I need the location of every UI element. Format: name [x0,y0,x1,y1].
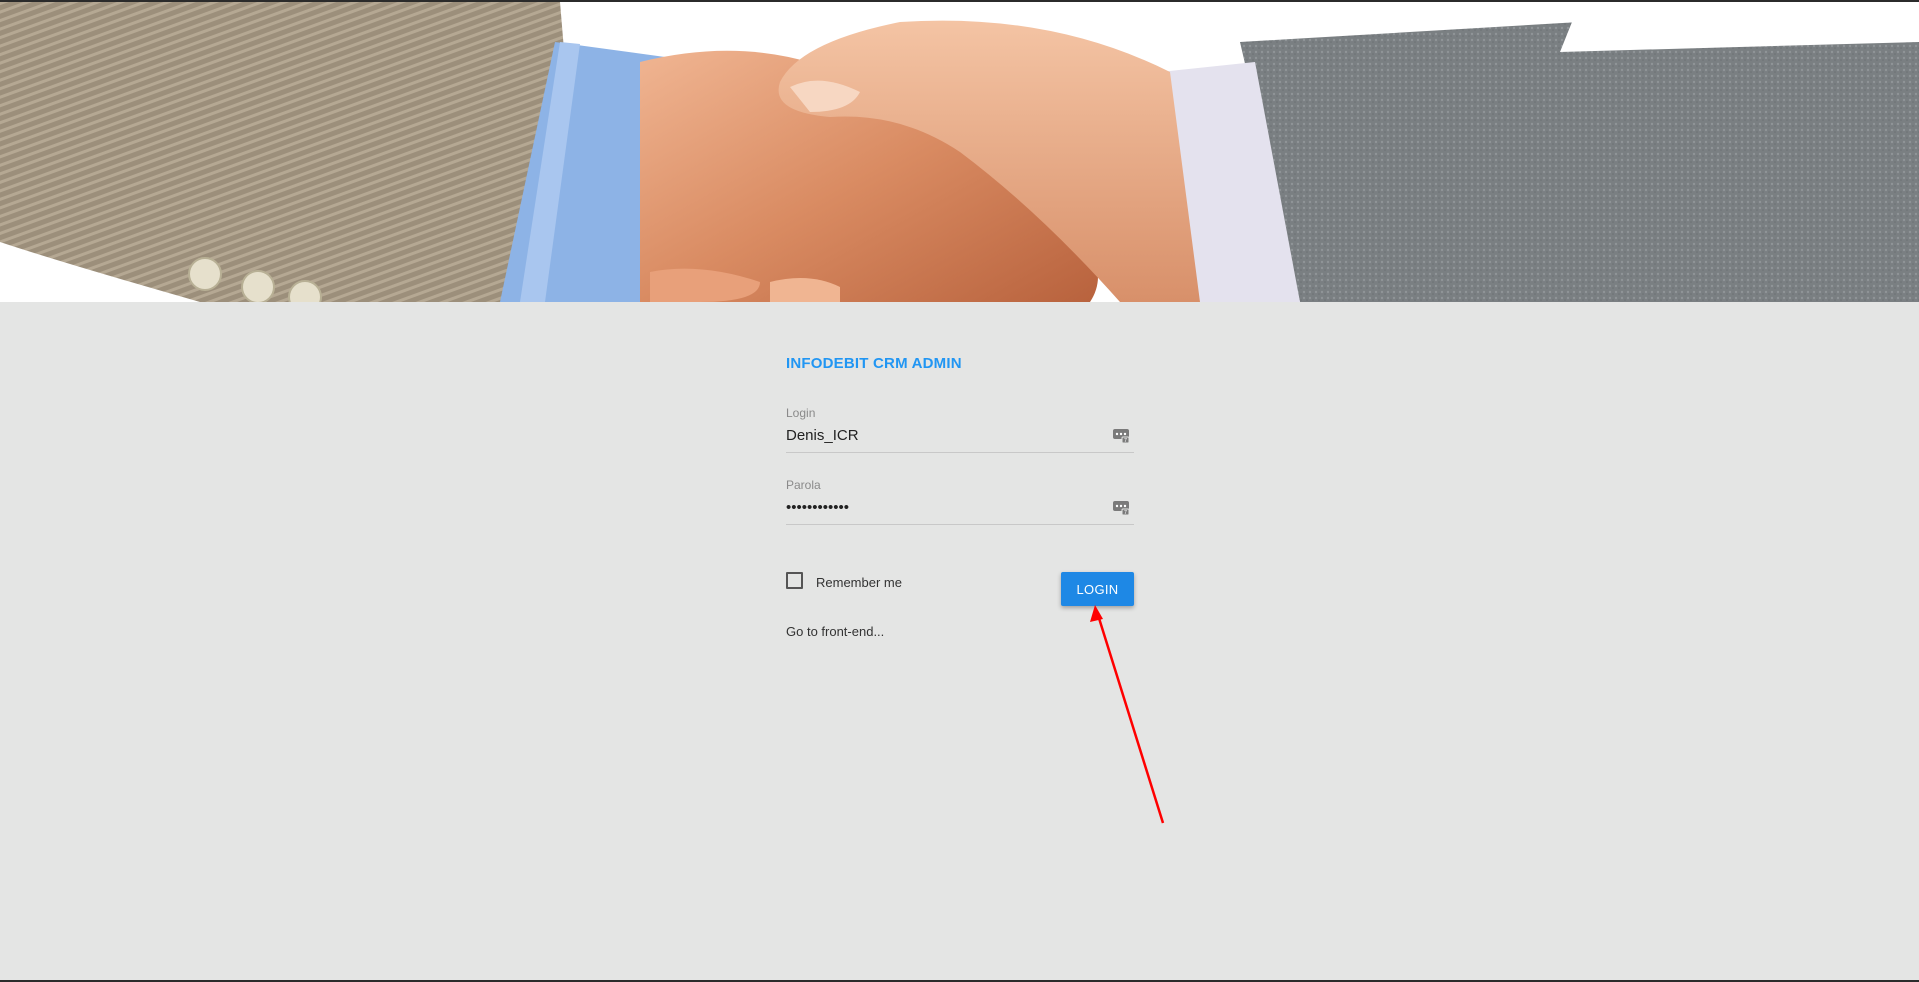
password-manager-icon[interactable]: 7 [1112,426,1130,444]
login-underline [786,452,1134,453]
password-manager-icon[interactable]: 7 [1112,498,1130,516]
password-input[interactable] [786,496,1096,518]
remember-me-label[interactable]: Remember me [816,575,902,590]
page-title: INFODEBIT CRM ADMIN [786,355,962,372]
go-to-frontend-link[interactable]: Go to front-end... [786,624,884,639]
password-label: Parola [786,478,821,492]
login-button[interactable]: LOGIN [1061,572,1134,606]
svg-text:7: 7 [1124,438,1127,444]
password-field: Parola 7 [786,478,1134,530]
handshake-banner [0,2,1919,302]
password-underline [786,524,1134,525]
svg-text:7: 7 [1124,510,1127,516]
remember-me-checkbox[interactable] [786,572,803,589]
login-label: Login [786,406,816,420]
login-input[interactable] [786,424,1096,446]
login-page: INFODEBIT CRM ADMIN Login 7 Parola [0,0,1919,982]
login-field: Login 7 [786,406,1134,458]
